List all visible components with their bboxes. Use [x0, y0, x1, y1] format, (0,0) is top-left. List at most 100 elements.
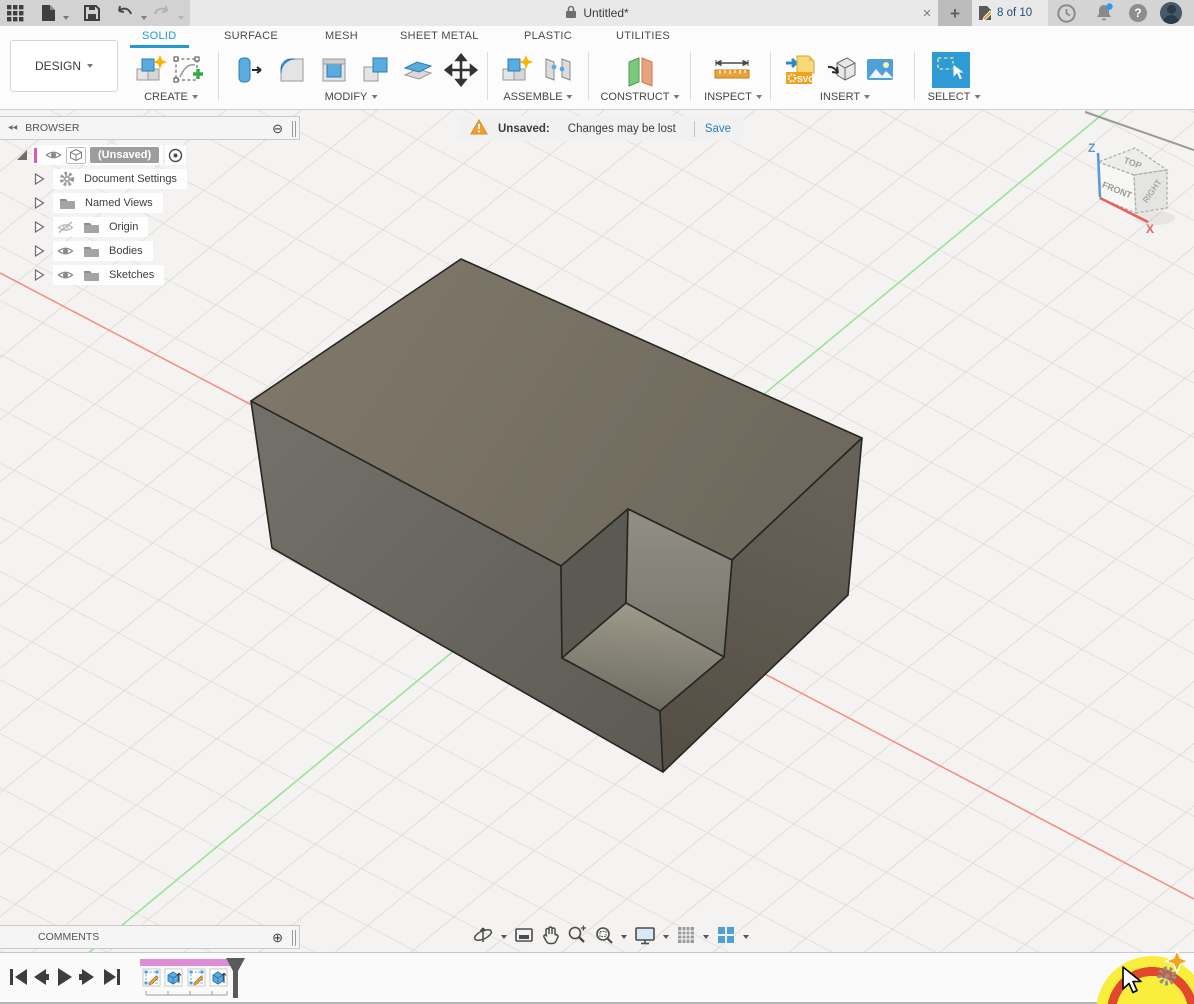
- create-group-dropdown[interactable]: CREATE: [144, 91, 198, 103]
- tab-sheet-metal[interactable]: SHEET METAL: [400, 30, 479, 42]
- move-copy-button[interactable]: [443, 52, 479, 88]
- comments-resize-handle[interactable]: [292, 930, 296, 946]
- save-link[interactable]: Save: [705, 123, 731, 135]
- select-button[interactable]: [930, 52, 972, 88]
- combine-button[interactable]: [358, 52, 394, 88]
- close-tab-icon[interactable]: ×: [916, 2, 938, 24]
- zoom-tool[interactable]: [567, 925, 587, 950]
- comments-panel-header: COMMENTS ⊕: [0, 925, 300, 949]
- comments-add-icon[interactable]: ⊕: [272, 931, 283, 944]
- measure-button[interactable]: [710, 52, 754, 88]
- assemble-new-component-button[interactable]: [498, 52, 534, 88]
- play-button[interactable]: [58, 968, 72, 986]
- step-back-button[interactable]: [34, 969, 49, 985]
- browser-resize-handle[interactable]: [292, 121, 296, 137]
- viewports-caret-icon[interactable]: [743, 935, 749, 939]
- tree-item-label[interactable]: Origin: [109, 221, 138, 233]
- expand-closed-icon[interactable]: [34, 269, 45, 281]
- display-settings-tool[interactable]: [634, 925, 656, 950]
- visibility-eye-icon[interactable]: [45, 149, 62, 161]
- design-workspace-button[interactable]: DESIGN: [10, 40, 118, 92]
- insert-svg-button[interactable]: SVG: [782, 52, 818, 88]
- offset-face-button[interactable]: [400, 52, 436, 88]
- press-pull-button[interactable]: [231, 52, 267, 88]
- folder-icon: [83, 244, 100, 258]
- fit-view-tool[interactable]: [594, 925, 614, 950]
- inspect-group-dropdown[interactable]: INSPECT: [704, 91, 762, 103]
- tree-row-sketches[interactable]: Sketches: [0, 263, 300, 287]
- grid-snaps-tool[interactable]: [676, 925, 696, 950]
- tab-utilities[interactable]: UTILITIES: [616, 30, 670, 42]
- timeline-feature-extrude2[interactable]: [210, 969, 227, 986]
- toolbar-separator: [690, 52, 691, 100]
- browser-tree: (Unsaved) Document Settings Named Views …: [0, 143, 300, 287]
- browser-minimize-icon[interactable]: ⊖: [272, 122, 283, 135]
- dropdown-caret-icon: [674, 95, 680, 99]
- tree-row-document-settings[interactable]: Document Settings: [0, 167, 300, 191]
- select-group-dropdown[interactable]: SELECT: [928, 91, 981, 103]
- notification-bell-icon[interactable]: [1094, 3, 1114, 23]
- joint-button[interactable]: [540, 52, 576, 88]
- tree-item-label[interactable]: Named Views: [85, 197, 153, 209]
- insert-canvas-button[interactable]: [862, 52, 898, 88]
- insert-mesh-button[interactable]: [824, 52, 860, 88]
- go-to-start-button[interactable]: [10, 969, 27, 985]
- help-icon[interactable]: ?: [1128, 3, 1148, 23]
- tree-item-label[interactable]: Bodies: [109, 245, 143, 257]
- model-body: [251, 259, 862, 772]
- job-status[interactable]: 8 of 10: [978, 0, 1032, 26]
- timeline-feature-extrude1[interactable]: [165, 969, 182, 986]
- tab-solid[interactable]: SOLID: [142, 30, 177, 42]
- timeline-feature-sketch2[interactable]: [188, 969, 205, 986]
- create-sketch-button[interactable]: [170, 52, 206, 88]
- visibility-off-icon[interactable]: [57, 221, 74, 234]
- tree-row-bodies[interactable]: Bodies: [0, 239, 300, 263]
- expand-closed-icon[interactable]: [34, 245, 45, 257]
- tab-surface[interactable]: SURFACE: [224, 30, 278, 42]
- fillet-button[interactable]: [274, 52, 310, 88]
- toolbar-separator: [588, 52, 589, 100]
- orbit-caret-icon[interactable]: [501, 935, 507, 939]
- tab-plastic[interactable]: PLASTIC: [524, 30, 572, 42]
- timeline-highlight-bar: [140, 959, 233, 966]
- tree-row-origin[interactable]: Origin: [0, 215, 300, 239]
- new-tab-button[interactable]: +: [938, 0, 972, 26]
- modify-group-dropdown[interactable]: MODIFY: [325, 91, 378, 103]
- new-component-button[interactable]: [132, 52, 168, 88]
- grid-caret-icon[interactable]: [703, 935, 709, 939]
- activate-radio-icon[interactable]: [168, 148, 183, 163]
- go-to-end-button[interactable]: [104, 969, 120, 985]
- avatar[interactable]: [1160, 2, 1182, 24]
- orbit-tool[interactable]: [472, 925, 494, 950]
- visibility-eye-icon[interactable]: [57, 245, 74, 257]
- look-at-tool[interactable]: [514, 925, 534, 950]
- active-marker: [34, 148, 37, 163]
- visibility-eye-icon[interactable]: [57, 269, 74, 281]
- construct-plane-button[interactable]: [620, 52, 660, 88]
- assemble-group-dropdown[interactable]: ASSEMBLE: [503, 91, 572, 103]
- browser-collapse-icon[interactable]: ◀◀: [8, 125, 17, 131]
- timeline-feature-sketch1[interactable]: [143, 969, 160, 986]
- browser-header-label: BROWSER: [25, 122, 79, 134]
- expand-closed-icon[interactable]: [34, 173, 45, 185]
- step-forward-button[interactable]: [79, 969, 94, 985]
- viewcube[interactable]: TOP FRONT RIGHT Z X: [1088, 141, 1175, 236]
- tree-item-label[interactable]: Sketches: [109, 269, 154, 281]
- fit-caret-icon[interactable]: [621, 935, 627, 939]
- expand-open-icon[interactable]: [16, 149, 28, 161]
- dropdown-caret-icon: [756, 95, 762, 99]
- tree-item-label[interactable]: Document Settings: [84, 173, 177, 185]
- viewports-tool[interactable]: [716, 925, 736, 950]
- construct-group-dropdown[interactable]: CONSTRUCT: [600, 91, 679, 103]
- clock-icon[interactable]: [1056, 3, 1076, 23]
- tree-row-named-views[interactable]: Named Views: [0, 191, 300, 215]
- browser-root-row[interactable]: (Unsaved): [0, 143, 300, 167]
- display-caret-icon[interactable]: [663, 935, 669, 939]
- expand-closed-icon[interactable]: [34, 221, 45, 233]
- shell-button[interactable]: [316, 52, 352, 88]
- expand-closed-icon[interactable]: [34, 197, 45, 209]
- tab-mesh[interactable]: MESH: [325, 30, 358, 42]
- root-document-label[interactable]: (Unsaved): [90, 147, 159, 163]
- pan-tool[interactable]: [541, 925, 560, 950]
- insert-group-dropdown[interactable]: INSERT: [820, 91, 870, 103]
